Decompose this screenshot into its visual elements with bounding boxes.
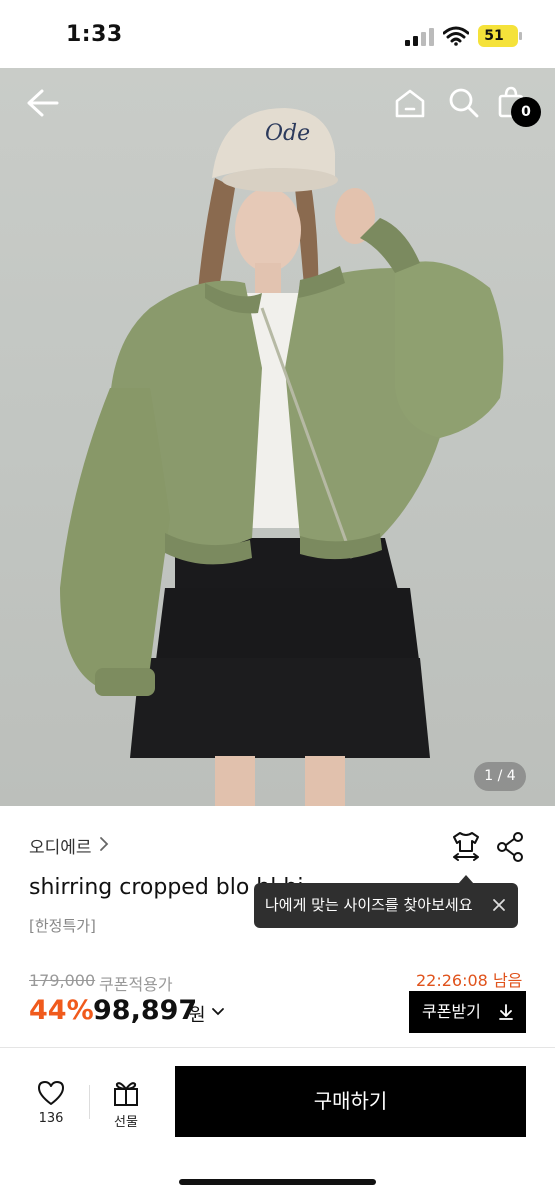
home-icon[interactable] — [394, 88, 426, 118]
home-indicator — [179, 1179, 376, 1185]
currency-unit[interactable]: 원 — [189, 1001, 206, 1027]
battery-cap — [519, 32, 522, 40]
cart-count-badge: 0 — [511, 97, 541, 127]
status-time: 1:33 — [66, 22, 123, 47]
chevron-right-icon — [100, 837, 109, 851]
brand-link[interactable]: 오디에르 — [29, 833, 92, 858]
sale-price: 98,897 — [93, 995, 198, 1026]
gift-icon[interactable] — [112, 1079, 140, 1107]
close-icon[interactable] — [491, 897, 507, 913]
heart-icon[interactable] — [37, 1080, 65, 1106]
gallery-page-indicator: 1 / 4 — [474, 762, 526, 791]
like-count: 136 — [38, 1111, 64, 1126]
size-guide-icon[interactable] — [451, 831, 481, 863]
product-tag: [한정특가] — [29, 917, 96, 935]
size-tooltip-text: 나에게 맞는 사이즈를 찾아보세요 — [265, 896, 473, 914]
back-arrow-icon[interactable] — [26, 88, 60, 118]
wifi-icon — [443, 26, 469, 46]
discount-rate: 44% — [29, 995, 94, 1026]
svg-text:Ode: Ode — [265, 121, 310, 146]
status-bar: 1:33 51 — [0, 0, 555, 68]
get-coupon-button[interactable]: 쿠폰받기 — [409, 991, 526, 1033]
battery-level: 51 — [484, 28, 504, 44]
battery-indicator: 51 — [478, 25, 522, 47]
download-icon — [499, 1004, 513, 1020]
cellular-signal-icon — [405, 28, 434, 46]
product-photo: Ode — [60, 108, 504, 806]
chevron-down-icon[interactable] — [211, 1007, 225, 1017]
get-coupon-label: 쿠폰받기 — [422, 1002, 481, 1021]
search-icon[interactable] — [448, 87, 480, 119]
share-icon[interactable] — [496, 832, 524, 862]
size-tooltip[interactable]: 나에게 맞는 사이즈를 찾아보세요 — [254, 883, 518, 928]
bottom-bar-separator — [89, 1085, 90, 1119]
gift-label: 선물 — [114, 1115, 138, 1130]
coupon-price-label: 쿠폰적용가 — [99, 975, 173, 994]
countdown-timer: 22:26:08 남음 — [416, 971, 523, 990]
buy-button[interactable]: 구매하기 — [175, 1066, 526, 1137]
original-price: 179,000 — [29, 971, 96, 990]
product-image-gallery[interactable]: Ode 0 1 / 4 — [0, 68, 555, 806]
section-divider — [0, 1047, 555, 1048]
